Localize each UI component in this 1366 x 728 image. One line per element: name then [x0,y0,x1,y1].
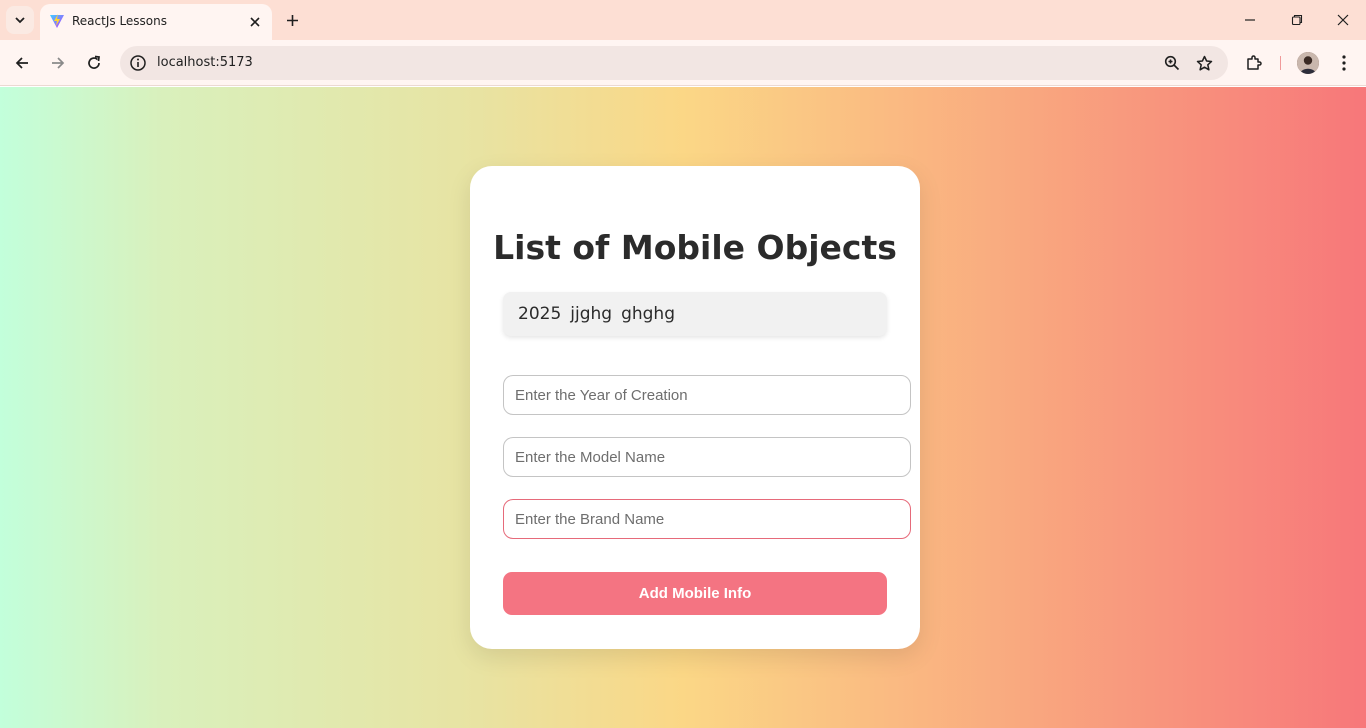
restore-icon [1291,14,1303,26]
mobile-list-item: 2025 jjghg ghghg [503,292,887,336]
url-text: localhost:5173 [157,55,253,70]
reload-icon [88,55,100,69]
brand-input[interactable] [503,499,911,539]
forward-button[interactable] [46,51,70,75]
vite-icon [50,14,64,28]
add-mobile-button[interactable]: Add Mobile Info [503,572,887,615]
tab-search-button[interactable] [6,6,34,34]
chevron-down-icon [15,17,25,24]
new-tab-button[interactable] [282,10,302,30]
info-icon[interactable] [129,54,147,72]
reload-button[interactable] [82,51,106,75]
star-icon [1196,55,1212,71]
close-icon [1337,14,1349,26]
browser-tab[interactable]: ReactJs Lessons [40,4,272,40]
mobile-model: jjghg [570,304,613,324]
extensions-button[interactable] [1242,51,1266,75]
page-title: List of Mobile Objects [493,228,897,267]
tab-strip: ReactJs Lessons [0,0,1366,40]
tab-close-button[interactable] [246,13,264,31]
kebab-menu-icon [1342,55,1346,71]
minimize-icon [1245,19,1255,21]
arrow-left-icon [15,57,28,69]
model-input[interactable] [503,437,911,477]
back-button[interactable] [10,51,34,75]
mobile-brand: ghghg [621,304,675,324]
zoom-button[interactable] [1162,53,1182,73]
minimize-button[interactable] [1238,8,1262,32]
close-window-button[interactable] [1331,8,1355,32]
close-icon [250,17,260,27]
restore-button[interactable] [1285,8,1309,32]
profile-avatar[interactable] [1297,52,1319,74]
plus-icon [286,14,298,26]
bookmark-button[interactable] [1194,53,1214,73]
mobile-year: 2025 [518,304,562,324]
menu-button[interactable] [1332,51,1356,75]
avatar-icon [1297,52,1319,74]
puzzle-icon [1247,55,1262,70]
browser-toolbar: localhost:5173 [0,40,1366,86]
year-input[interactable] [503,375,911,415]
tab-title: ReactJs Lessons [72,14,168,28]
zoom-icon [1164,55,1180,71]
page-background: List of Mobile Objects 2025 jjghg ghghg … [0,87,1366,728]
mobile-list-card: List of Mobile Objects 2025 jjghg ghghg … [470,166,920,649]
arrow-right-icon [52,57,65,69]
address-bar[interactable]: localhost:5173 [120,46,1228,80]
toolbar-divider [1280,56,1281,70]
